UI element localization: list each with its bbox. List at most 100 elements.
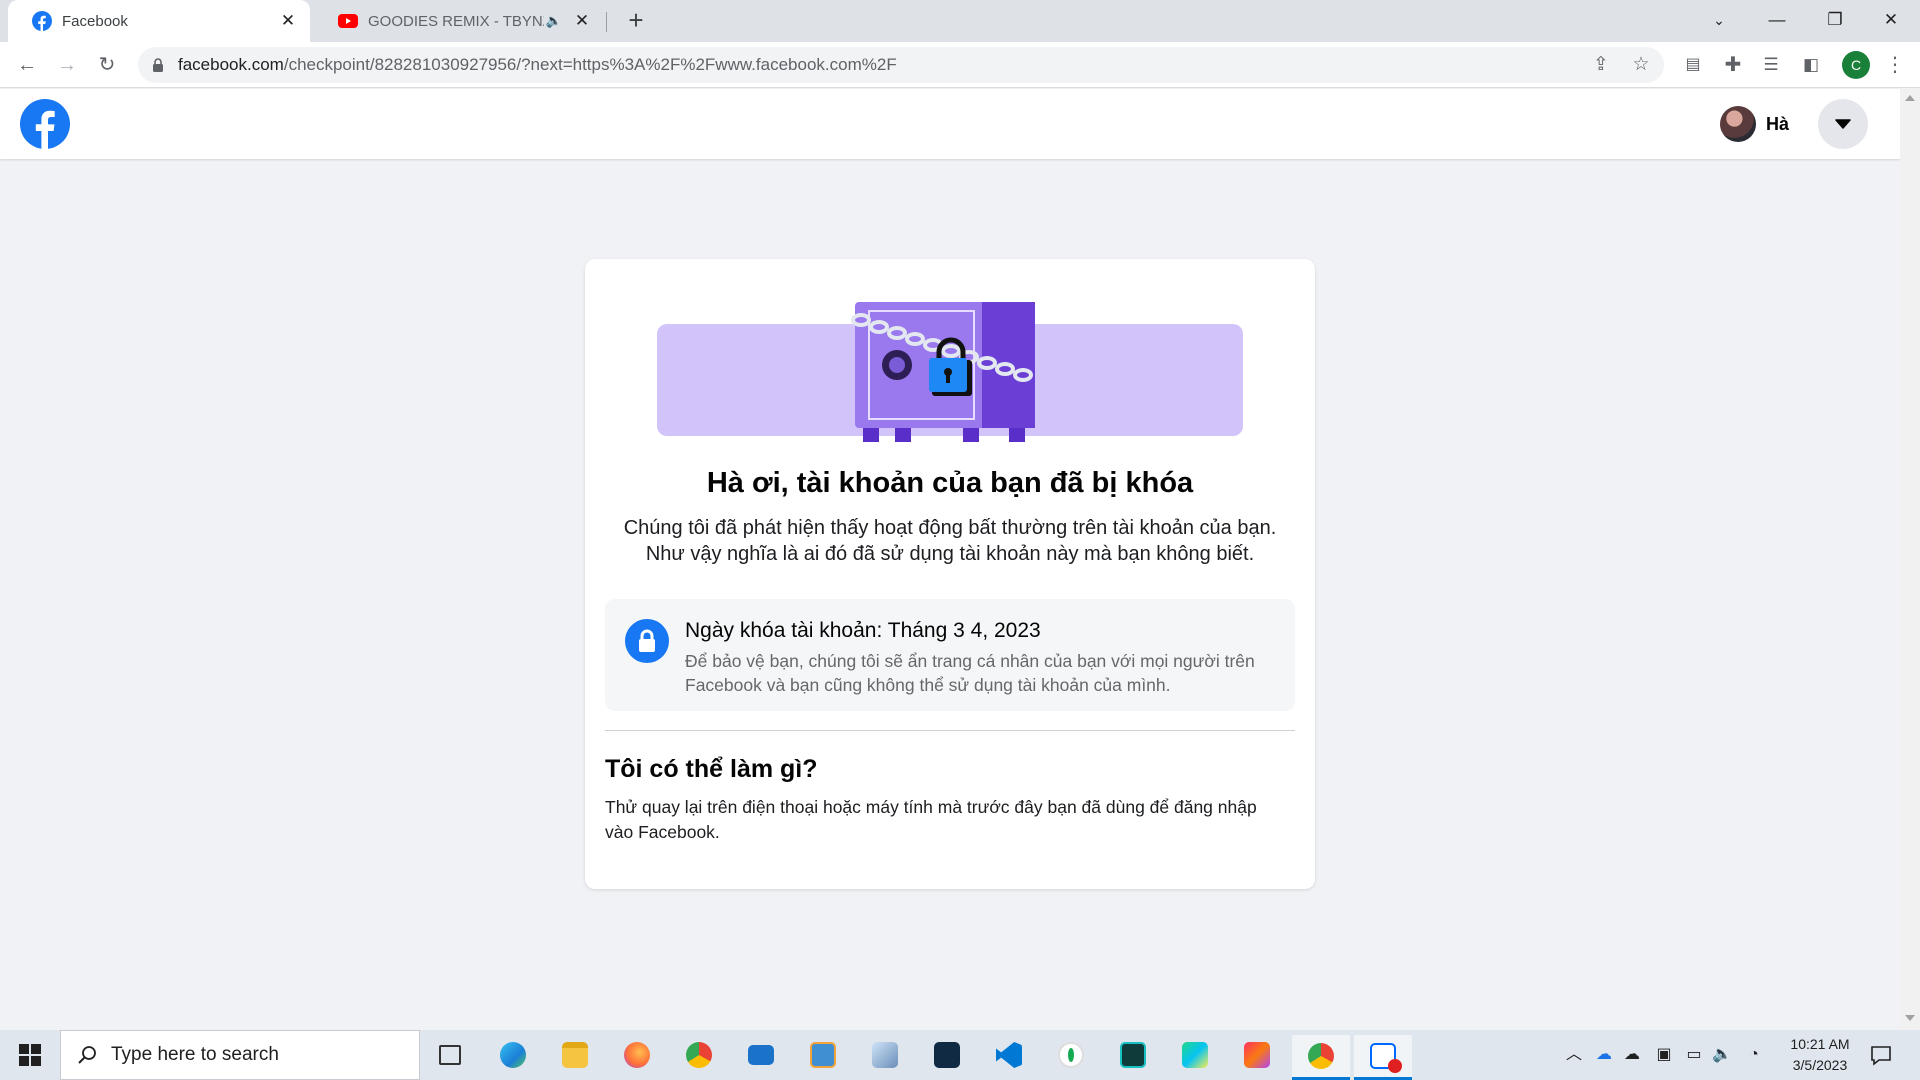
leaf-icon bbox=[1058, 1042, 1084, 1068]
taskbar-search-box[interactable]: Type here to search bbox=[60, 1030, 420, 1080]
terminal-icon bbox=[934, 1042, 960, 1068]
chrome-app[interactable] bbox=[674, 1035, 724, 1075]
facebook-icon bbox=[32, 11, 52, 31]
app-v[interactable] bbox=[798, 1035, 848, 1075]
user-name: Hà bbox=[1766, 113, 1790, 134]
chrome-icon bbox=[686, 1042, 712, 1068]
tab-divider bbox=[606, 12, 607, 32]
extension-icon[interactable]: ▤ bbox=[1678, 50, 1708, 80]
side-panel-icon[interactable]: ◧ bbox=[1796, 50, 1826, 80]
bookmark-star-icon[interactable]: ☆ bbox=[1626, 50, 1656, 80]
profile-avatar[interactable]: C bbox=[1842, 51, 1870, 79]
mongodb-compass-app[interactable] bbox=[1046, 1035, 1096, 1075]
task-view-button[interactable] bbox=[425, 1035, 475, 1075]
jetbrains-icon bbox=[1120, 1042, 1146, 1068]
media-control-icon[interactable]: ☰ bbox=[1756, 50, 1786, 80]
search-placeholder: Type here to search bbox=[111, 1044, 279, 1065]
meet-now-icon[interactable]: ▣ bbox=[1652, 1030, 1676, 1080]
search-icon bbox=[78, 1046, 96, 1064]
forward-button[interactable]: → bbox=[52, 50, 82, 80]
page-title: Hà ơi, tài khoản của bạn đã bị khóa bbox=[706, 467, 1194, 499]
clock-time: 10:21 AM bbox=[1790, 1036, 1850, 1052]
windows-logo-icon bbox=[19, 1044, 41, 1066]
edge-icon bbox=[500, 1042, 526, 1068]
zalo-app[interactable] bbox=[1354, 1035, 1412, 1080]
minimize-button[interactable]: — bbox=[1748, 0, 1806, 40]
lock-date-description: Để bảo vệ bạn, chúng tôi sẽ ẩn trang cá … bbox=[685, 651, 1255, 695]
browser-tab-strip: Facebook ✕ GOODIES REMIX - TBYNZ RE 🔈 ✕ … bbox=[0, 0, 1920, 42]
divider bbox=[605, 730, 1295, 731]
puzzle-icon[interactable]: ✚ bbox=[1718, 50, 1748, 80]
tray-chevron-up-icon[interactable]: ︿ bbox=[1562, 1030, 1586, 1080]
notification-icon[interactable] bbox=[1866, 1040, 1896, 1070]
lock-icon bbox=[639, 629, 655, 652]
folder-icon bbox=[562, 1042, 588, 1068]
webstorm-app[interactable] bbox=[1170, 1035, 1220, 1075]
windows-taskbar: Type here to search ︿ ☁ ☁ ▣ ▭ 🔈 ◔ 10:21 … bbox=[0, 1030, 1920, 1080]
restore-button[interactable]: ❐ bbox=[1806, 0, 1864, 40]
app-v-icon bbox=[810, 1042, 836, 1068]
speaker-icon[interactable]: 🔈 bbox=[544, 13, 564, 29]
share-icon[interactable]: ⇪ bbox=[1586, 50, 1616, 80]
firefox-icon bbox=[624, 1042, 650, 1068]
youtube-icon bbox=[338, 14, 358, 28]
zalo-icon bbox=[1370, 1043, 1402, 1073]
what-can-i-do-text: Thử quay lại trên điện thoại hoặc máy tí… bbox=[605, 797, 1257, 842]
url-host: facebook.com bbox=[178, 55, 284, 74]
intellij-app[interactable] bbox=[1232, 1035, 1282, 1075]
app-terminal[interactable] bbox=[922, 1035, 972, 1075]
file-explorer-app[interactable] bbox=[550, 1035, 600, 1075]
volume-icon[interactable]: 🔈 bbox=[1710, 1030, 1734, 1080]
browser-toolbar: ← → ↻ facebook.com/checkpoint/8282810309… bbox=[0, 42, 1920, 88]
app-box[interactable] bbox=[860, 1035, 910, 1075]
vscode-app[interactable] bbox=[984, 1035, 1034, 1075]
address-bar[interactable]: facebook.com/checkpoint/828281030927956/… bbox=[138, 47, 1664, 83]
cube-icon bbox=[872, 1042, 898, 1068]
mail-icon bbox=[748, 1045, 774, 1065]
more-menu-icon[interactable]: ⋮ bbox=[1880, 50, 1910, 80]
scroll-down-icon[interactable] bbox=[1905, 1015, 1915, 1021]
caret-down-icon bbox=[1835, 119, 1851, 129]
close-tab-icon[interactable]: ✕ bbox=[278, 11, 298, 31]
locked-safe-illustration bbox=[657, 302, 1243, 442]
account-menu-button[interactable] bbox=[1818, 99, 1868, 149]
lock-badge bbox=[625, 619, 669, 663]
page-scrollbar[interactable] bbox=[1900, 89, 1920, 1029]
lock-info-box: Ngày khóa tài khoản: Tháng 3 4, 2023 Để … bbox=[605, 599, 1295, 711]
tab-youtube[interactable]: GOODIES REMIX - TBYNZ RE 🔈 ✕ bbox=[314, 0, 604, 42]
url-path: /checkpoint/828281030927956/?next=https%… bbox=[283, 55, 897, 74]
close-window-button[interactable]: ✕ bbox=[1862, 0, 1920, 40]
lock-icon bbox=[153, 58, 163, 72]
chrome-app-active[interactable] bbox=[1292, 1035, 1350, 1080]
battery-icon[interactable]: ▭ bbox=[1682, 1030, 1706, 1080]
avatar bbox=[1720, 106, 1756, 142]
new-tab-button[interactable]: + bbox=[622, 6, 650, 34]
wifi-icon[interactable]: ◔ bbox=[1742, 1030, 1766, 1080]
task-view-icon bbox=[439, 1045, 461, 1065]
user-profile-chip[interactable]: Hà bbox=[1720, 102, 1789, 146]
facebook-header: Hà bbox=[0, 89, 1900, 159]
lock-date-title: Ngày khóa tài khoản: Tháng 3 4, 2023 bbox=[685, 619, 1041, 642]
account-locked-card: Hà ơi, tài khoản của bạn đã bị khóa Chún… bbox=[585, 259, 1315, 889]
cloud-icon[interactable]: ☁ bbox=[1620, 1030, 1644, 1080]
what-can-i-do-heading: Tôi có thể làm gì? bbox=[605, 755, 818, 783]
chrome-icon bbox=[1308, 1043, 1334, 1069]
lock-description: Chúng tôi đã phát hiện thấy hoạt động bấ… bbox=[623, 517, 1277, 565]
back-button[interactable]: ← bbox=[12, 50, 42, 80]
close-tab-icon[interactable]: ✕ bbox=[572, 11, 592, 31]
onedrive-icon[interactable]: ☁ bbox=[1592, 1030, 1616, 1080]
app-jetbrains[interactable] bbox=[1108, 1035, 1158, 1075]
url-text: facebook.com/checkpoint/828281030927956/… bbox=[178, 47, 897, 83]
tab-search-chevron-icon[interactable]: ⌄ bbox=[1690, 0, 1748, 40]
clock[interactable]: 10:21 AM 3/5/2023 bbox=[1770, 1034, 1870, 1076]
reload-button[interactable]: ↻ bbox=[92, 50, 122, 80]
edge-app[interactable] bbox=[488, 1035, 538, 1075]
scroll-up-icon[interactable] bbox=[1905, 95, 1915, 101]
tab-title: Facebook bbox=[62, 12, 128, 30]
start-button[interactable] bbox=[0, 1030, 60, 1080]
mail-app[interactable] bbox=[736, 1035, 786, 1075]
tab-facebook[interactable]: Facebook ✕ bbox=[8, 0, 310, 42]
firefox-app[interactable] bbox=[612, 1035, 662, 1075]
facebook-logo-icon[interactable] bbox=[20, 99, 70, 149]
intellij-icon bbox=[1244, 1042, 1270, 1068]
